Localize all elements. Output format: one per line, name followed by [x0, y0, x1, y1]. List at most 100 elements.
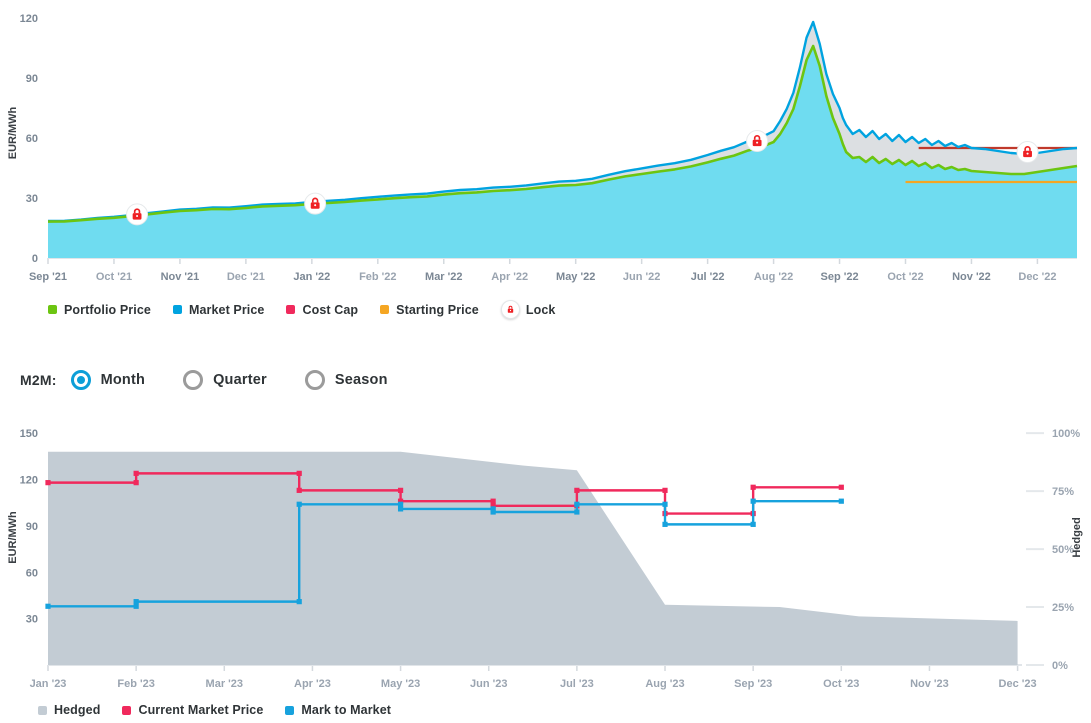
- y-tick-label: 60: [26, 133, 38, 145]
- step-marker[interactable]: [296, 487, 302, 493]
- lock-icon: [500, 300, 520, 319]
- legend-label-cost-cap: Cost Cap: [302, 302, 359, 317]
- m2m-label: M2M:: [20, 372, 57, 388]
- x-tick-label: Sep '22: [820, 271, 858, 283]
- x-tick-label: Feb '22: [359, 271, 396, 283]
- step-marker[interactable]: [662, 487, 668, 493]
- legend-item-hedged[interactable]: Hedged: [38, 703, 100, 717]
- m2m-option-quarter-label: Quarter: [213, 372, 267, 388]
- lock-marker[interactable]: [746, 130, 769, 152]
- m2m-option-quarter[interactable]: Quarter: [183, 370, 267, 390]
- m2m-option-month[interactable]: Month: [70, 370, 146, 390]
- legend-label-mark-to-market: Mark to Market: [301, 703, 392, 717]
- step-marker[interactable]: [397, 501, 404, 507]
- step-marker[interactable]: [490, 509, 496, 515]
- portfolio-vs-market-chart: 0 30 60 90 120 EUR/MWh Sep '21 Oct '21 Nov '21 De…: [0, 0, 1091, 295]
- lock-marker[interactable]: [126, 203, 149, 226]
- step-marker[interactable]: [838, 484, 844, 490]
- step-marker[interactable]: [397, 506, 404, 512]
- legend-item-current-market-price[interactable]: Current Market Price: [122, 703, 263, 717]
- x-tick-label: Apr '22: [491, 271, 528, 283]
- step-marker[interactable]: [133, 603, 139, 609]
- step-marker[interactable]: [296, 599, 302, 605]
- y2-tick-label: 75%: [1052, 486, 1074, 498]
- y-tick-label: 0: [32, 253, 38, 265]
- market-price-swatch-icon: [172, 305, 182, 314]
- legend-item-market-price[interactable]: Market Price: [172, 302, 265, 317]
- x-tick-label: Aug '23: [645, 678, 684, 690]
- y-tick-label: 120: [20, 13, 38, 25]
- step-marker[interactable]: [750, 484, 756, 490]
- x-tick-label: Jan '23: [30, 678, 67, 690]
- legend-item-lock[interactable]: Lock: [500, 300, 556, 319]
- step-marker[interactable]: [574, 501, 580, 507]
- hedged-swatch-icon: [38, 705, 47, 715]
- step-marker[interactable]: [296, 470, 302, 476]
- cost-cap-swatch-icon: [286, 305, 296, 314]
- legend-label-starting-price: Starting Price: [396, 302, 479, 317]
- x-tick-label: Oct '21: [96, 271, 132, 283]
- step-marker[interactable]: [838, 498, 844, 504]
- m2m-option-season[interactable]: Season: [304, 370, 388, 390]
- hedged-area: [48, 451, 1018, 665]
- step-marker[interactable]: [490, 498, 496, 504]
- x-tick-label: Nov '22: [952, 271, 991, 283]
- top-chart-legend: Portfolio Price Market Price Cost Cap St…: [48, 300, 577, 319]
- y-tick-label: 60: [26, 567, 38, 579]
- legend-label-market-price: Market Price: [188, 302, 265, 317]
- x-tick-label: Mar '22: [425, 271, 462, 283]
- x-tick-label: Sep '23: [734, 678, 772, 690]
- x-tick-label: Sep '21: [29, 271, 67, 283]
- lock-marker[interactable]: [304, 192, 327, 215]
- step-marker[interactable]: [397, 487, 404, 493]
- m2m-selector: M2M: Month Quarter Season: [20, 370, 426, 390]
- legend-item-cost-cap[interactable]: Cost Cap: [286, 303, 358, 317]
- x-tick-label: Jul '22: [691, 271, 725, 283]
- x-tick-label: Jan '22: [293, 271, 330, 283]
- x-tick-label: Jul '23: [560, 678, 594, 690]
- hedged-mark-to-market-svg: 306090120150EUR/MWh0%25%50%75%100%Hedged…: [7, 428, 1083, 690]
- x-tick-label: Jun '23: [470, 678, 507, 690]
- legend-item-mark-to-market[interactable]: Mark to Market: [285, 703, 391, 717]
- hedged-mark-to-market-chart: 30 60 90 120 150 EUR/MWh 0% 25% 50% 75% 100% Hedged…: [0, 400, 1091, 695]
- step-marker[interactable]: [45, 603, 51, 609]
- y2-tick-label: 100%: [1052, 428, 1080, 440]
- legend-label-hedged: Hedged: [54, 703, 101, 717]
- x-tick-label: Aug '22: [754, 271, 793, 283]
- legend-label-lock: Lock: [525, 302, 556, 317]
- step-marker[interactable]: [133, 470, 139, 476]
- x-tick-label: Jun '22: [623, 271, 660, 283]
- portfolio-price-swatch-icon: [48, 305, 57, 314]
- step-marker[interactable]: [662, 501, 668, 507]
- step-marker[interactable]: [45, 480, 51, 486]
- lock-marker[interactable]: [1016, 141, 1039, 163]
- y2-axis-title: Hedged: [1071, 517, 1083, 557]
- step-marker[interactable]: [296, 501, 302, 507]
- radio-season-icon[interactable]: [304, 370, 325, 390]
- y-axis-title: EUR/MWh: [7, 106, 19, 159]
- legend-label-portfolio-price: Portfolio Price: [64, 302, 151, 317]
- y-tick-label: 90: [26, 73, 38, 85]
- step-marker[interactable]: [133, 480, 139, 486]
- legend-item-portfolio-price[interactable]: Portfolio Price: [48, 303, 151, 317]
- y-axis-title: EUR/MWh: [7, 511, 19, 564]
- step-marker[interactable]: [750, 498, 756, 504]
- m2m-option-month-label: Month: [100, 372, 146, 388]
- step-marker[interactable]: [133, 599, 139, 605]
- x-tick-label: Dec '23: [999, 678, 1037, 690]
- y-tick-label: 90: [26, 521, 38, 533]
- m2m-option-season-label: Season: [334, 372, 388, 388]
- current-market-price-swatch-icon: [122, 705, 132, 715]
- legend-item-starting-price[interactable]: Starting Price: [380, 303, 479, 317]
- radio-month-icon[interactable]: [70, 370, 91, 390]
- step-marker[interactable]: [662, 521, 668, 527]
- step-marker[interactable]: [574, 487, 580, 493]
- step-marker[interactable]: [574, 509, 580, 515]
- y-tick-label: 120: [20, 475, 38, 487]
- mark-to-market-swatch-icon: [285, 705, 295, 715]
- step-marker[interactable]: [750, 521, 756, 527]
- x-tick-label: Nov '21: [161, 271, 200, 283]
- radio-quarter-icon[interactable]: [183, 370, 204, 390]
- x-tick-label: May '23: [381, 678, 420, 690]
- x-tick-label: May '22: [556, 271, 595, 283]
